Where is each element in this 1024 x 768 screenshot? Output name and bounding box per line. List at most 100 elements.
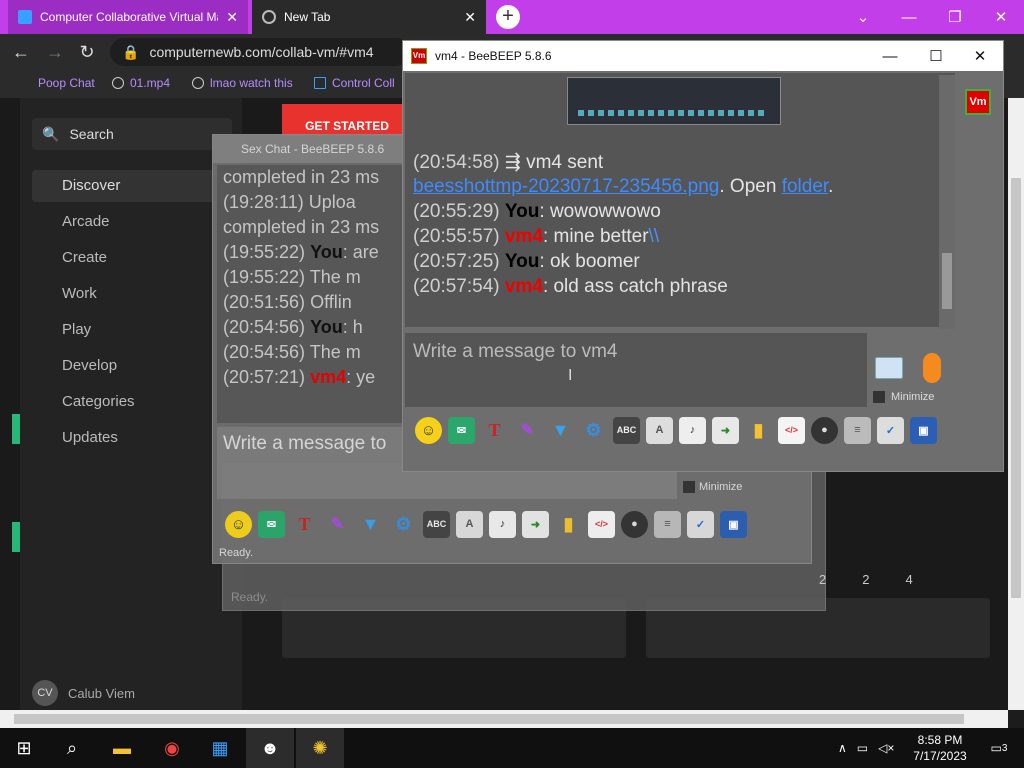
date-text: 7/17/2023 bbox=[913, 749, 967, 763]
minimize-window-button[interactable]: — bbox=[867, 41, 913, 71]
maximize-window-button[interactable]: ☐ bbox=[913, 41, 959, 71]
nav-create[interactable]: Create bbox=[32, 242, 232, 274]
toolbar: ☺ ✉ T ✎ ▼ ⚙ ABC A ♪ ➜ ▮ </> ● ≡ ✓ ▣ bbox=[217, 507, 811, 541]
close-tab-icon[interactable]: ✕ bbox=[226, 9, 238, 26]
spellcheck-icon[interactable]: ABC bbox=[613, 416, 640, 444]
back-button[interactable]: ← bbox=[10, 42, 32, 63]
nav-arcade[interactable]: Arcade bbox=[32, 206, 232, 238]
nav-categories[interactable]: Categories bbox=[32, 386, 232, 418]
nav-updates[interactable]: Updates bbox=[32, 422, 232, 454]
nav-work[interactable]: Work bbox=[32, 278, 232, 310]
chevron-up-icon[interactable]: ∧ bbox=[838, 741, 847, 755]
scroll-thumb[interactable] bbox=[1011, 178, 1021, 598]
tab-new-tab[interactable]: New Tab ✕ bbox=[252, 0, 486, 34]
microphone-icon[interactable] bbox=[923, 353, 941, 383]
camera-icon[interactable]: ● bbox=[811, 416, 838, 444]
pen-icon[interactable]: ✎ bbox=[324, 511, 351, 538]
folder-icon[interactable]: ▮ bbox=[745, 417, 772, 444]
nav-play[interactable]: Play bbox=[32, 314, 232, 346]
mail-icon[interactable]: ✉ bbox=[258, 510, 285, 538]
user-avatar-badge[interactable]: Vm bbox=[965, 89, 991, 115]
bookmark-lmao[interactable]: lmao watch this bbox=[192, 76, 293, 90]
vm4-chat-window[interactable]: Vm vm4 - BeeBEEP 5.8.6 — ☐ ✕ (20:54:58) … bbox=[402, 40, 1004, 472]
close-window-button[interactable]: ✕ bbox=[957, 41, 1003, 71]
notifications-button[interactable]: ▭ 3 bbox=[984, 728, 1014, 768]
folder-link[interactable]: folder bbox=[782, 176, 828, 197]
minimize-checkbox[interactable]: Minimize bbox=[683, 481, 742, 493]
notification-icon: ▭ bbox=[990, 741, 1002, 755]
file-link[interactable]: beesshottmp-20230717-235456.png bbox=[413, 176, 719, 197]
code-icon[interactable]: </> bbox=[778, 416, 805, 444]
bookmark-poop-chat[interactable]: Poop Chat bbox=[38, 76, 95, 90]
app-icon[interactable]: ☻ bbox=[246, 728, 294, 768]
network-icon[interactable]: ▭ bbox=[857, 741, 868, 755]
send-message-icon[interactable] bbox=[875, 357, 903, 379]
code-icon[interactable]: </> bbox=[588, 510, 615, 538]
file-explorer-icon[interactable]: ▬ bbox=[98, 728, 146, 768]
lines-icon[interactable]: ≡ bbox=[844, 416, 871, 444]
vertical-scrollbar[interactable] bbox=[1008, 98, 1024, 710]
send-file-icon[interactable]: ➜ bbox=[522, 510, 549, 538]
address-bar[interactable]: 🔒 computernewb.com/collab-vm/#vm4 bbox=[110, 38, 410, 66]
emoji-icon[interactable]: ☺ bbox=[225, 510, 252, 538]
sender: You bbox=[310, 317, 343, 337]
close-tab-icon[interactable]: ✕ bbox=[464, 9, 476, 26]
doc-icon[interactable]: A bbox=[456, 510, 483, 538]
message-input[interactable]: Write a message to vm4 I bbox=[405, 333, 867, 407]
clock[interactable]: 8:58 PM 7/17/2023 bbox=[908, 732, 972, 764]
nav-develop[interactable]: Develop bbox=[32, 350, 232, 382]
send-file-icon[interactable]: ➜ bbox=[712, 416, 739, 444]
gear-icon[interactable]: ⚙ bbox=[390, 511, 417, 538]
new-tab-button[interactable]: + bbox=[496, 5, 520, 29]
beebeep-icon[interactable]: ✺ bbox=[296, 728, 344, 768]
filter-icon[interactable]: ▼ bbox=[357, 511, 384, 538]
note-icon[interactable]: ♪ bbox=[489, 510, 516, 538]
status-text: Ready. bbox=[231, 590, 269, 604]
note-icon[interactable]: ♪ bbox=[679, 416, 706, 444]
reload-button[interactable]: ↻ bbox=[76, 42, 98, 63]
lines-icon[interactable]: ≡ bbox=[654, 510, 681, 538]
scroll-thumb[interactable] bbox=[14, 714, 964, 724]
forward-button[interactable]: → bbox=[44, 42, 66, 63]
user-profile[interactable]: CV Calub Viem bbox=[32, 680, 135, 706]
window-icon[interactable]: ▣ bbox=[910, 416, 937, 444]
checklist-icon[interactable]: ✓ bbox=[877, 416, 904, 444]
mail-icon[interactable]: ✉ bbox=[448, 416, 475, 444]
chat-scrollbar[interactable] bbox=[939, 75, 955, 329]
bookmark-control[interactable]: Control Coll bbox=[314, 76, 395, 90]
restore-window-button[interactable]: ❐ bbox=[932, 0, 978, 34]
emoji-icon[interactable]: ☺ bbox=[415, 416, 442, 444]
bookmark-01-mp4[interactable]: 01.mp4 bbox=[112, 76, 170, 90]
font-icon[interactable]: T bbox=[291, 511, 318, 538]
window-icon[interactable]: ▣ bbox=[720, 510, 747, 538]
font-icon[interactable]: T bbox=[481, 417, 508, 444]
spellcheck-icon[interactable]: ABC bbox=[423, 510, 450, 538]
gear-icon[interactable]: ⚙ bbox=[580, 417, 607, 444]
minimize-checkbox[interactable]: Minimize bbox=[873, 391, 934, 403]
close-window-button[interactable]: ✕ bbox=[978, 0, 1024, 34]
message-text: The m bbox=[309, 267, 361, 287]
search-icon[interactable]: ⌕ bbox=[48, 728, 96, 768]
doc-icon[interactable]: A bbox=[646, 416, 673, 444]
camera-icon[interactable]: ● bbox=[621, 510, 648, 538]
tab-search-icon[interactable]: ⌄ bbox=[840, 0, 886, 34]
start-button[interactable]: ⊞ bbox=[0, 728, 48, 768]
screenshot-thumbnail[interactable] bbox=[567, 77, 781, 125]
get-started-button[interactable]: GET STARTED bbox=[282, 104, 412, 136]
minimize-window-button[interactable]: — bbox=[886, 0, 932, 34]
chrome-icon[interactable]: ◉ bbox=[148, 728, 196, 768]
input-placeholder: Write a message to vm4 bbox=[413, 341, 618, 362]
chat-history[interactable]: (20:54:58) ⇶ vm4 sent beesshottmp-202307… bbox=[405, 73, 955, 327]
site-search[interactable]: 🔍 Search bbox=[32, 118, 232, 150]
nav-discover[interactable]: Discover bbox=[32, 170, 232, 202]
checklist-icon[interactable]: ✓ bbox=[687, 510, 714, 538]
scroll-thumb[interactable] bbox=[942, 253, 952, 309]
horizontal-scrollbar[interactable] bbox=[0, 710, 1008, 728]
message-text: vm4 sent bbox=[526, 152, 604, 173]
control-panel-icon[interactable]: ▦ bbox=[196, 728, 244, 768]
volume-icon[interactable]: ◁× bbox=[878, 741, 894, 755]
folder-icon[interactable]: ▮ bbox=[555, 511, 582, 538]
tab-collabvm[interactable]: Computer Collaborative Virtual Ma ✕ bbox=[8, 0, 248, 34]
filter-icon[interactable]: ▼ bbox=[547, 417, 574, 444]
pen-icon[interactable]: ✎ bbox=[514, 417, 541, 444]
